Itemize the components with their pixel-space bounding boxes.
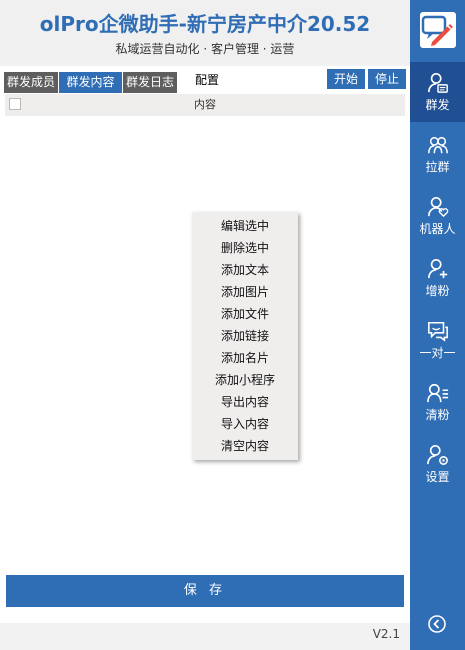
app-subtitle: 私域运营自动化 · 客户管理 · 运营 [115,42,295,56]
tab-members[interactable]: 群发成员 [4,72,58,93]
sidebar-item-one-to-one[interactable]: 一对一 [410,310,465,370]
menu-item-add-card[interactable]: 添加名片 [192,347,298,369]
app-title: olPro企微助手-新宁房产中介20.52 [39,12,371,36]
chat-icon [427,321,448,342]
menu-item-import-content[interactable]: 导入内容 [192,413,298,435]
menu-item-export-content[interactable]: 导出内容 [192,391,298,413]
menu-item-add-miniprogram[interactable]: 添加小程序 [192,369,298,391]
robot-user-icon [427,197,448,218]
version-label: V2.1 [372,627,400,641]
table-header: 内容 [5,94,405,116]
save-button[interactable]: 保 存 [6,575,404,607]
context-menu: 编辑选中 删除选中 添加文本 添加图片 添加文件 添加链接 添加名片 添加小程序… [192,212,298,460]
sidebar-item-label: 群发 [425,98,450,112]
collapse-button[interactable] [427,614,447,634]
select-all-checkbox[interactable] [9,98,21,110]
main-panel: olPro企微助手-新宁房产中介20.52 私域运营自动化 · 客户管理 · 运… [0,0,410,650]
add-user-icon [427,259,447,279]
stop-button[interactable]: 停止 [368,69,406,89]
sidebar-item-clear-fans[interactable]: 清粉 [410,372,465,432]
sidebar-item-broadcast[interactable]: 群发 [410,62,465,122]
sidebar: 群发 拉群 机器人 增粉 一对一 清粉 设置 [410,0,465,650]
config-field[interactable]: 配置 [187,69,235,91]
menu-item-add-image[interactable]: 添加图片 [192,281,298,303]
user-settings-icon [426,445,448,465]
menu-item-add-link[interactable]: 添加链接 [192,325,298,347]
menu-item-add-file[interactable]: 添加文件 [192,303,298,325]
logo-icon [421,15,453,46]
menu-item-clear-content[interactable]: 清空内容 [192,435,298,457]
sidebar-item-label: 拉群 [425,160,450,174]
menu-item-delete-selected[interactable]: 删除选中 [192,237,298,259]
tab-content[interactable]: 群发内容 [59,72,122,93]
sidebar-item-label: 增粉 [425,284,450,298]
column-header-content: 内容 [194,98,216,111]
menu-item-edit-selected[interactable]: 编辑选中 [192,215,298,237]
sidebar-item-label: 一对一 [419,346,456,360]
app-logo [420,12,456,48]
start-button[interactable]: 开始 [327,69,365,89]
sidebar-item-pull-group[interactable]: 拉群 [410,124,465,184]
sidebar-item-robot[interactable]: 机器人 [410,186,465,246]
sidebar-item-label: 设置 [425,470,450,484]
broadcast-user-icon [427,73,448,93]
sidebar-item-add-fans[interactable]: 增粉 [410,248,465,308]
user-list-icon [426,383,448,403]
menu-item-add-text[interactable]: 添加文本 [192,259,298,281]
sidebar-item-settings[interactable]: 设置 [410,434,465,494]
chevron-left-circle-icon [428,615,446,633]
sidebar-item-label: 清粉 [425,408,450,422]
group-icon [427,136,448,154]
tab-log[interactable]: 群发日志 [123,72,177,93]
sidebar-item-label: 机器人 [419,222,456,236]
app-header: olPro企微助手-新宁房产中介20.52 私域运营自动化 · 客户管理 · 运… [0,0,410,64]
